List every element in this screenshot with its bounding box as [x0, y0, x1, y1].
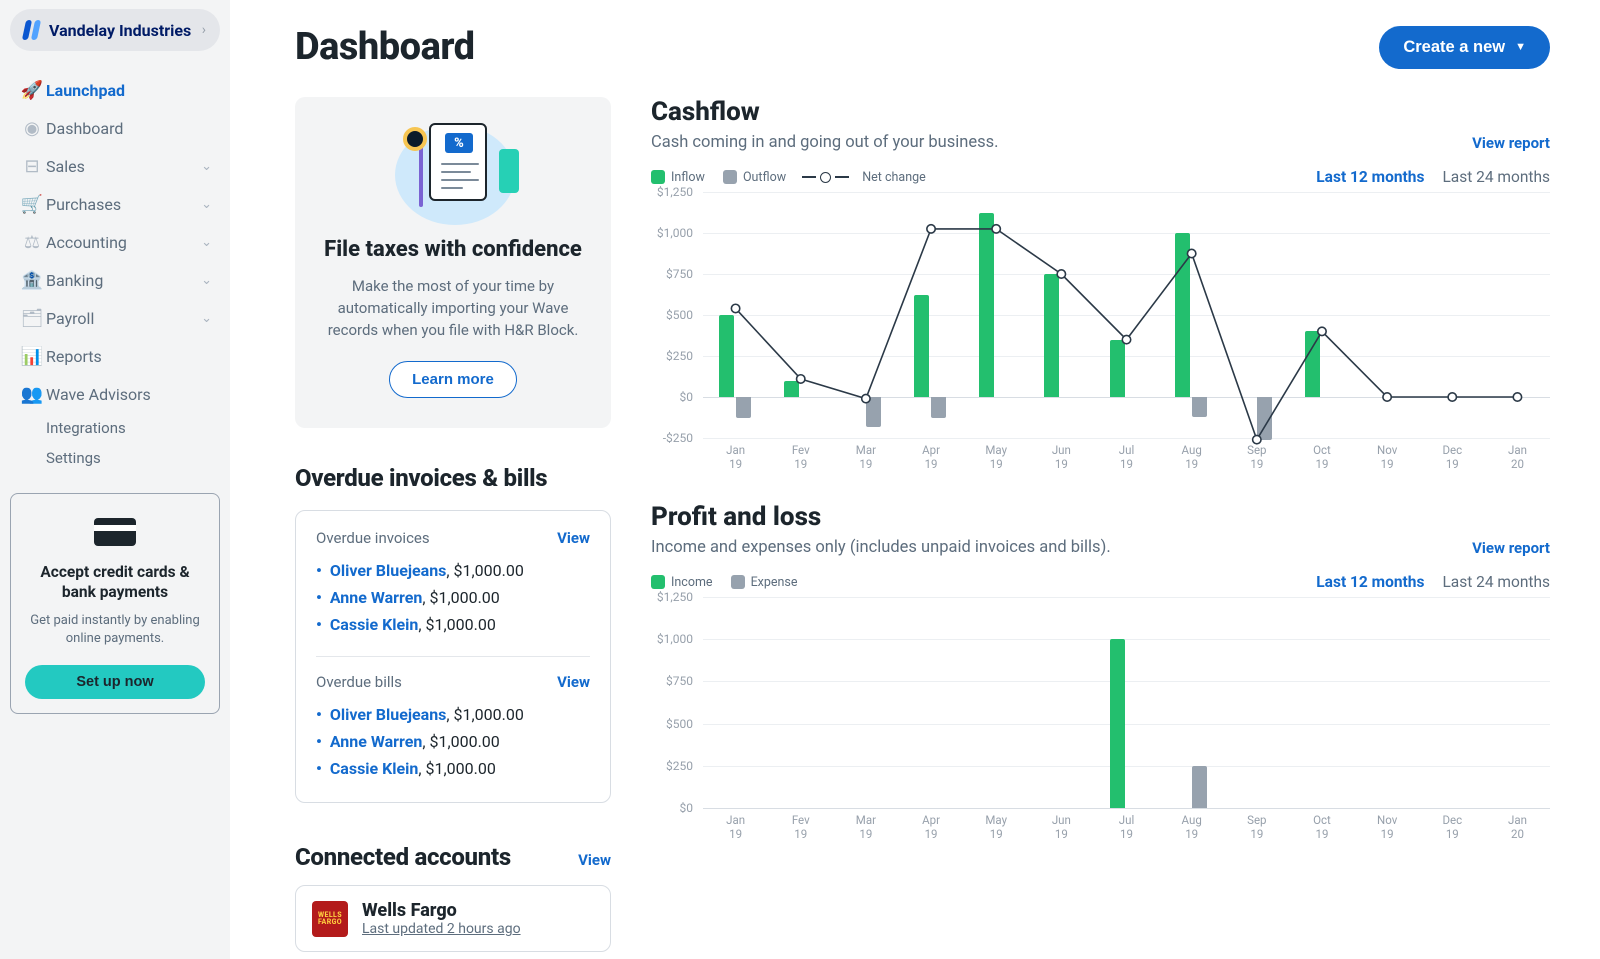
promo-title: Accept credit cards & bank payments	[25, 562, 205, 602]
overdue-row[interactable]: • Cassie Klein, $1,000.00	[316, 611, 590, 638]
overdue-row[interactable]: • Anne Warren, $1,000.00	[316, 728, 590, 755]
promo-setup-button[interactable]: Set up now	[25, 665, 205, 699]
view-overdue-invoices-link[interactable]: View	[557, 529, 590, 547]
profitloss-legend: Income Expense	[651, 575, 798, 590]
cashflow-subtitle: Cash coming in and going out of your bus…	[651, 133, 999, 152]
page-title: Dashboard	[295, 25, 475, 69]
view-overdue-bills-link[interactable]: View	[557, 673, 590, 691]
cashflow-title: Cashflow	[651, 97, 1550, 127]
income-swatch-icon	[651, 575, 665, 589]
profitloss-view-report-link[interactable]: View report	[1472, 539, 1550, 557]
sidebar-item-dashboard[interactable]: ◉Dashboard	[10, 109, 220, 147]
overdue-row[interactable]: • Cassie Klein, $1,000.00	[316, 755, 590, 782]
bank-name: Wells Fargo	[362, 900, 521, 921]
sidebar-item-accounting[interactable]: ⚖Accounting⌄	[10, 223, 220, 261]
wells-fargo-icon: WELLSFARGO	[312, 901, 348, 937]
overdue-card: Overdue invoices View • Oliver Bluejeans…	[295, 510, 611, 803]
sidebar-item-purchases[interactable]: 🛒Purchases⌄	[10, 185, 220, 223]
credit-card-icon	[25, 514, 205, 554]
tax-card-body: Make the most of your time by automatica…	[323, 276, 583, 341]
tab-pl-last-24-months[interactable]: Last 24 months	[1442, 573, 1550, 591]
connected-heading: Connected accounts	[295, 843, 511, 871]
bank-updated: Last updated 2 hours ago	[362, 921, 521, 937]
inflow-swatch-icon	[651, 170, 665, 184]
promo-card: Accept credit cards & bank payments Get …	[10, 493, 220, 714]
tax-promo-card: % File taxes with confidence Make the mo…	[295, 97, 611, 428]
expense-swatch-icon	[731, 575, 745, 589]
promo-body: Get paid instantly by enabling online pa…	[25, 612, 205, 647]
nav-icon: ⊟	[18, 156, 46, 177]
cashflow-view-report-link[interactable]: View report	[1472, 134, 1550, 152]
nav-icon: 📊	[18, 346, 46, 367]
overdue-bills-list: • Oliver Bluejeans, $1,000.00• Anne Warr…	[316, 701, 590, 782]
cashflow-chart: -$250$0$250$500$750$1,000$1,250Jan19Fev1…	[651, 192, 1550, 472]
profitloss-chart: $0$250$500$750$1,000$1,250Jan19Fev19Mar1…	[651, 597, 1550, 842]
business-name: Vandelay Industries	[49, 21, 202, 40]
profitloss-subtitle: Income and expenses only (includes unpai…	[651, 538, 1111, 557]
overdue-row[interactable]: • Oliver Bluejeans, $1,000.00	[316, 701, 590, 728]
profitloss-title: Profit and loss	[651, 502, 1550, 532]
connected-account-card[interactable]: WELLSFARGO Wells Fargo Last updated 2 ho…	[295, 885, 611, 952]
nav-icon: 🛒	[18, 194, 46, 215]
chevron-down-icon: ⌄	[201, 273, 212, 288]
sidebar-item-settings[interactable]: Settings	[10, 443, 220, 473]
sidebar-item-integrations[interactable]: Integrations	[10, 413, 220, 443]
chevron-right-icon: ›	[202, 22, 206, 38]
tab-pl-last-12-months[interactable]: Last 12 months	[1316, 573, 1424, 591]
sidebar-item-banking[interactable]: 🏦Banking⌄	[10, 261, 220, 299]
overdue-row[interactable]: • Anne Warren, $1,000.00	[316, 584, 590, 611]
sidebar-item-sales[interactable]: ⊟Sales⌄	[10, 147, 220, 185]
sidebar-item-reports[interactable]: 📊Reports	[10, 337, 220, 375]
outflow-swatch-icon	[723, 170, 737, 184]
nav-icon: ◉	[18, 118, 46, 139]
nav-icon: 👥	[18, 384, 46, 405]
sidebar: Vandelay Industries › 🚀Launchpad◉Dashboa…	[0, 0, 230, 959]
chevron-down-icon: ⌄	[201, 159, 212, 174]
divider	[316, 656, 590, 657]
sidebar-item-wave-advisors[interactable]: 👥Wave Advisors	[10, 375, 220, 413]
overdue-row[interactable]: • Oliver Bluejeans, $1,000.00	[316, 557, 590, 584]
cashflow-legend: Inflow Outflow Net change	[651, 170, 926, 185]
overdue-heading: Overdue invoices & bills	[295, 464, 611, 492]
overdue-bills-title: Overdue bills	[316, 673, 402, 691]
nav-icon: ⚖	[18, 232, 46, 253]
tax-illustration-icon: %	[383, 117, 523, 227]
caret-down-icon: ▼	[1515, 41, 1526, 53]
learn-more-button[interactable]: Learn more	[389, 361, 517, 398]
nav-icon: 🏦	[18, 270, 46, 291]
create-new-label: Create a new	[1403, 38, 1505, 57]
sidebar-item-payroll[interactable]: 🗂Payroll⌄	[10, 299, 220, 337]
tab-last-24-months[interactable]: Last 24 months	[1442, 168, 1550, 186]
netchange-marker-icon	[820, 172, 831, 183]
view-connected-link[interactable]: View	[578, 851, 611, 869]
main: Dashboard Create a new ▼ % File taxes wi	[230, 0, 1600, 959]
overdue-invoices-list: • Oliver Bluejeans, $1,000.00• Anne Warr…	[316, 557, 590, 638]
chevron-down-icon: ⌄	[201, 197, 212, 212]
overdue-invoices-title: Overdue invoices	[316, 529, 430, 547]
chevron-down-icon: ⌄	[201, 311, 212, 326]
sidebar-item-launchpad[interactable]: 🚀Launchpad	[10, 71, 220, 109]
chevron-down-icon: ⌄	[201, 235, 212, 250]
nav-list: 🚀Launchpad◉Dashboard⊟Sales⌄🛒Purchases⌄⚖A…	[10, 71, 220, 473]
nav-icon: 🚀	[18, 80, 46, 101]
create-new-button[interactable]: Create a new ▼	[1379, 26, 1550, 69]
tab-last-12-months[interactable]: Last 12 months	[1316, 168, 1424, 186]
business-selector[interactable]: Vandelay Industries ›	[10, 9, 220, 51]
wave-logo-icon	[24, 20, 39, 40]
nav-icon: 🗂	[18, 308, 46, 329]
tax-card-title: File taxes with confidence	[323, 237, 583, 262]
